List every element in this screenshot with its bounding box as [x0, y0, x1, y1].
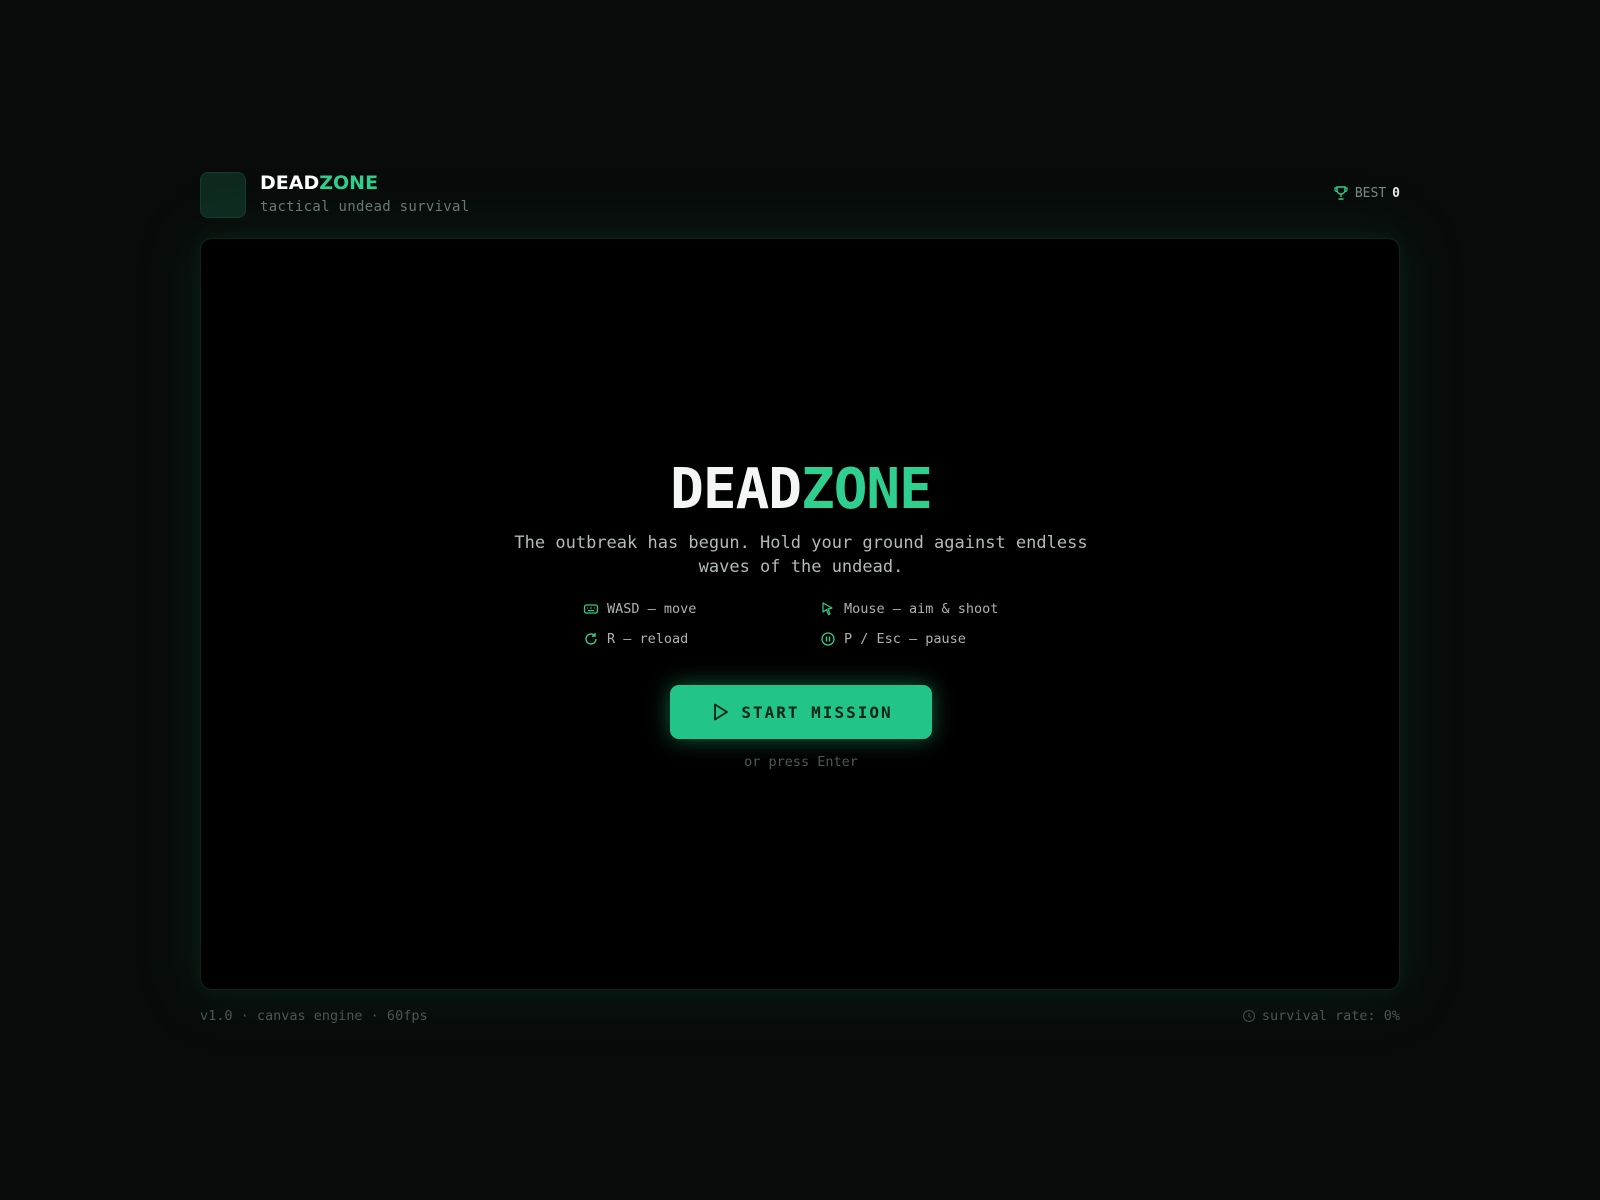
best-value: 0 [1392, 185, 1400, 201]
control-aim: Mouse — aim & shoot [820, 601, 998, 617]
control-move: WASD — move [583, 601, 696, 617]
menu-title-zone: ZONE [801, 457, 933, 522]
mouse-pointer-icon [822, 602, 833, 616]
control-reload-text: R — reload [607, 631, 689, 647]
footer-info: v1.0 · canvas engine · 60fps [200, 1008, 428, 1024]
best-score: BEST 0 [1333, 185, 1400, 201]
start-mission-label: START MISSION [741, 702, 893, 722]
reload-icon [585, 633, 597, 645]
menu-description: The outbreak has begun. Hold your ground… [514, 533, 1088, 577]
control-aim-text: Mouse — aim & shoot [844, 601, 999, 617]
footer: v1.0 · canvas engine · 60fps survival ra… [200, 1008, 1400, 1028]
game-canvas[interactable]: DEADZONE The outbreak has begun. Hold yo… [200, 238, 1400, 990]
trophy-icon [1334, 186, 1348, 200]
footer-survival: survival rate: 0% [1242, 1008, 1400, 1024]
start-mission-button[interactable]: START MISSION [670, 685, 932, 739]
controls-list: WASD — move Mouse — aim & shoot R — relo… [583, 601, 1043, 665]
play-icon [714, 703, 729, 721]
survival-rate: survival rate: 0% [1261, 1008, 1400, 1024]
clock-icon [1242, 1009, 1255, 1023]
tagline: tactical undead survival [260, 199, 470, 215]
header: DEADZONE tactical undead survival BEST 0 [200, 170, 1400, 220]
app-root: DEADZONE tactical undead survival BEST 0… [200, 170, 1400, 1040]
control-pause-text: P / Esc — pause [844, 631, 966, 647]
brand-zone: ZONE [319, 172, 379, 194]
pause-icon [821, 632, 835, 646]
logo-icon [200, 172, 246, 218]
brand-title: DEADZONE [260, 172, 378, 194]
control-move-text: WASD — move [607, 601, 697, 617]
brand-dead: DEAD [260, 172, 320, 194]
enter-hint: or press Enter [744, 754, 858, 770]
control-reload: R — reload [583, 631, 688, 647]
menu-title-dead: DEAD [670, 457, 802, 522]
menu-title: DEADZONE [201, 457, 1401, 522]
keyboard-icon [583, 604, 599, 614]
control-pause: P / Esc — pause [820, 631, 966, 647]
best-label: BEST [1354, 185, 1387, 201]
